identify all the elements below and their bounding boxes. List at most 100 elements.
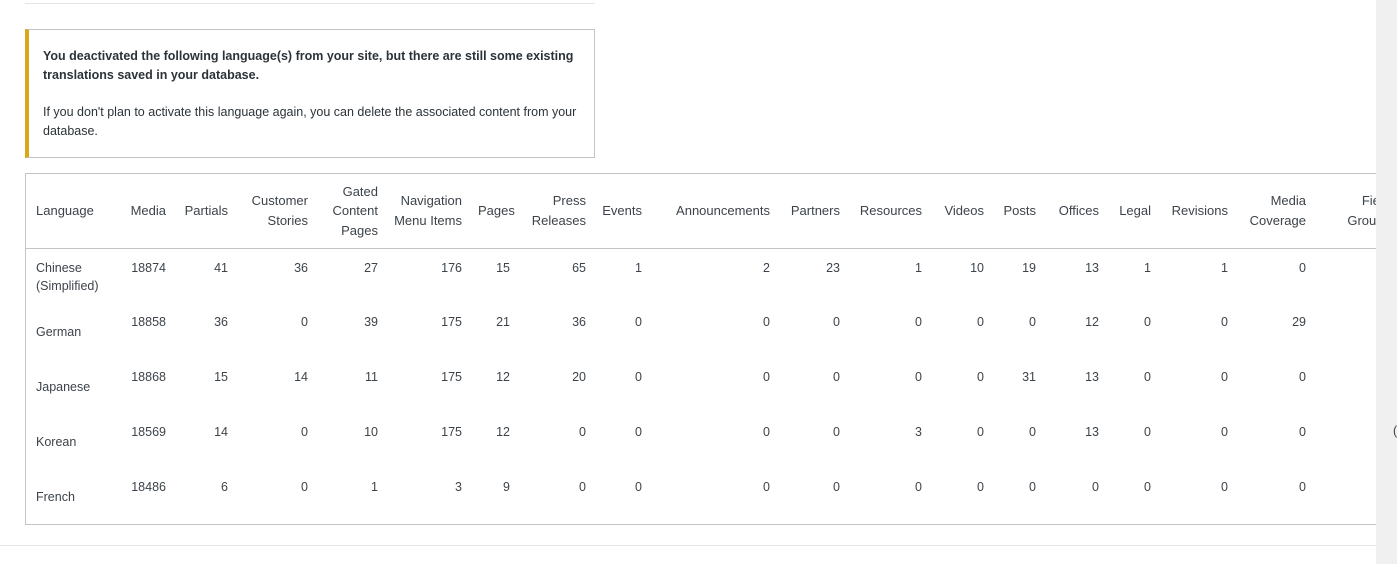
table-cell: 0: [301, 315, 308, 329]
column-header: Legal: [1107, 174, 1159, 249]
top-divider: [25, 3, 595, 4]
column-header: Partials: [174, 174, 236, 249]
language-cell: German: [36, 325, 82, 339]
language-cell: Korean: [36, 435, 77, 449]
table-cell: 1: [1221, 260, 1228, 275]
table-cell: 0: [1092, 480, 1099, 494]
table-cell: 18858: [131, 315, 166, 329]
table-cell: 36: [214, 315, 228, 329]
table-cell: 11: [365, 370, 378, 384]
table-cell: 0: [1221, 315, 1228, 329]
table-cell: 0: [763, 370, 770, 384]
column-header: Events: [594, 174, 650, 249]
table-cell: 1: [915, 260, 922, 275]
table-cell: 175: [441, 425, 462, 439]
truncated-glyph: (: [1393, 424, 1397, 438]
table-row: Chinese (Simplified) 18874 41 36 27 176 …: [26, 248, 1397, 303]
bottom-divider: [0, 545, 1376, 546]
column-header: Media: [116, 174, 174, 249]
table-cell: 10: [970, 260, 984, 275]
column-header: Posts: [992, 174, 1044, 249]
column-header: Press Releases: [518, 174, 594, 249]
table-cell: 0: [915, 480, 922, 494]
table-cell: 175: [441, 315, 462, 329]
table-cell: 0: [977, 480, 984, 494]
table-cell: 0: [301, 425, 308, 439]
table-cell: 1: [635, 260, 642, 275]
vertical-scrollbar[interactable]: [1376, 0, 1397, 564]
table-cell: 12: [496, 370, 510, 384]
table-cell: 18868: [131, 370, 166, 384]
table-cell: 20: [572, 370, 586, 384]
table-cell: 29: [1292, 315, 1306, 329]
table-cell: 18486: [131, 480, 166, 494]
table-cell: 1: [1144, 260, 1151, 275]
table-cell: 14: [294, 370, 308, 384]
column-header: Gated Content Pages: [316, 174, 386, 249]
table-row: Japanese 18868 15 14 11 175 12 20 0 0 0 …: [26, 358, 1397, 413]
table-cell: 23: [826, 260, 840, 275]
table-cell: 10: [364, 425, 378, 439]
table-cell: 0: [301, 480, 308, 494]
table-cell: 0: [977, 370, 984, 384]
column-header: Resources: [848, 174, 930, 249]
table-cell: 0: [1144, 425, 1151, 439]
column-header: Language: [26, 174, 116, 249]
table-cell: 0: [1221, 370, 1228, 384]
table-cell: 0: [1029, 480, 1036, 494]
table-cell: 3: [915, 425, 922, 439]
column-header: Offices: [1044, 174, 1107, 249]
table-cell: 0: [977, 315, 984, 329]
table-cell: 176: [441, 260, 462, 275]
table-cell: 0: [1144, 370, 1151, 384]
table-cell: 6: [221, 480, 228, 494]
table-cell: 0: [1221, 480, 1228, 494]
table-cell: 9: [503, 480, 510, 494]
table-cell: 18874: [131, 260, 166, 275]
column-header: Partners: [778, 174, 848, 249]
table-header-row: Language Media Partials Customer Stories…: [26, 174, 1397, 249]
table-cell: 0: [977, 425, 984, 439]
translations-table-container: Language Media Partials Customer Stories…: [25, 173, 1397, 525]
table-cell: 0: [579, 480, 586, 494]
table-cell: 27: [364, 260, 378, 275]
notice-heading: You deactivated the following language(s…: [43, 49, 574, 82]
table-cell: 65: [572, 260, 586, 275]
table-cell: 2: [763, 260, 770, 275]
language-cell: French: [36, 490, 75, 504]
table-cell: 13: [1085, 370, 1099, 384]
table-cell: 18569: [131, 425, 166, 439]
table-cell: 15: [214, 370, 228, 384]
table-cell: 12: [1085, 315, 1099, 329]
table-cell: 0: [635, 370, 642, 384]
table-cell: 0: [833, 315, 840, 329]
table-cell: 0: [915, 370, 922, 384]
table-cell: 0: [1029, 315, 1036, 329]
column-header: Navigation Menu Items: [386, 174, 470, 249]
table-cell: 0: [635, 425, 642, 439]
deactivated-language-notice: You deactivated the following language(s…: [25, 29, 595, 158]
translations-table: Language Media Partials Customer Stories…: [26, 174, 1397, 523]
table-cell: 12: [496, 425, 510, 439]
table-cell: 13: [1085, 260, 1099, 275]
table-cell: 13: [1085, 425, 1099, 439]
table-cell: 21: [496, 315, 510, 329]
table-cell: 3: [455, 480, 462, 494]
table-body: Chinese (Simplified) 18874 41 36 27 176 …: [26, 248, 1397, 523]
language-cell: Chinese (Simplified): [36, 260, 99, 293]
table-row: French 18486 6 0 1 3 9 0 0 0 0 0 0 0 0 0…: [26, 468, 1397, 523]
column-header: Videos: [930, 174, 992, 249]
table-cell: 0: [1299, 260, 1306, 275]
table-cell: 0: [635, 480, 642, 494]
notice-body: If you don't plan to activate this langu…: [43, 105, 577, 138]
table-cell: 19: [1022, 260, 1036, 275]
table-cell: 0: [579, 425, 586, 439]
table-cell: 0: [763, 480, 770, 494]
table-cell: 0: [1029, 425, 1036, 439]
table-cell: 36: [294, 260, 308, 275]
table-cell: 15: [496, 260, 510, 275]
language-cell: Japanese: [36, 380, 91, 394]
column-header: Revisions: [1159, 174, 1236, 249]
table-cell: 0: [1299, 370, 1306, 384]
table-cell: 14: [214, 425, 228, 439]
